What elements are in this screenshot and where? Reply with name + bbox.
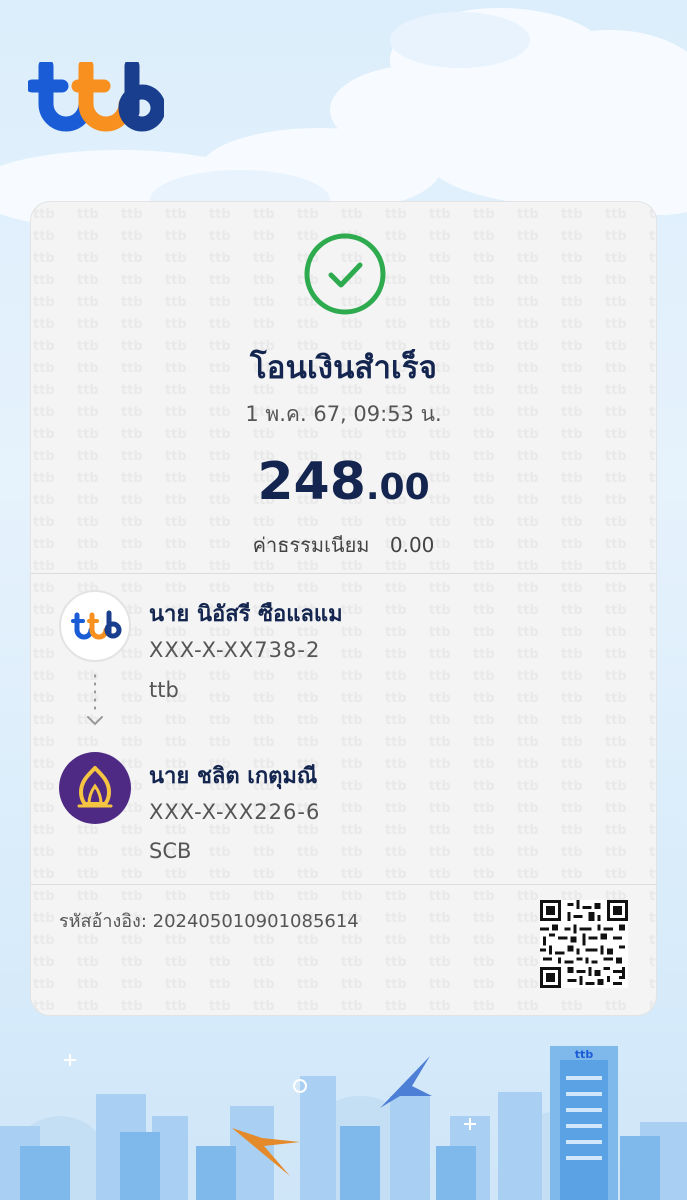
ttb-small-logo	[71, 610, 122, 640]
fee-label: ค่าธรรมเนียม	[252, 533, 370, 557]
ttb-logo	[28, 62, 164, 132]
receiver-account: XXX-X-XX226-6	[149, 800, 321, 824]
connector-dots	[94, 670, 96, 714]
divider	[31, 884, 656, 885]
page-title: โอนเงินสำเร็จ	[249, 350, 438, 386]
amount-integer: 248	[257, 452, 366, 512]
reference-code: รหัสอ้างอิง: 202405010901085614	[59, 911, 359, 932]
sender-name: นาย นิอัสรี ซือแลแม	[149, 602, 343, 627]
divider	[31, 573, 656, 574]
transfer-amount: 248.00	[31, 452, 656, 512]
amount-decimal: .00	[365, 467, 430, 508]
receiver-name: นาย ชลิต เกตุมณี	[149, 764, 318, 789]
fee-value: 0.00	[389, 533, 435, 557]
qr-code-icon[interactable]	[540, 900, 628, 988]
receiver-bank: SCB	[149, 839, 192, 863]
sender-bank: ttb	[149, 678, 179, 702]
receipt-card: ttb โอนเงินสำเร็จ 1 พ.ค. 67, 09:53 น. 24…	[30, 201, 657, 1016]
check-circle-icon	[304, 233, 386, 315]
sender-account: XXX-X-XX738-2	[149, 638, 321, 662]
chevron-down-icon	[87, 716, 103, 726]
fee-row: ค่าธรรมเนียม 0.00	[31, 529, 656, 561]
transaction-datetime: 1 พ.ค. 67, 09:53 น.	[245, 402, 442, 426]
sender-bank-logo	[59, 590, 131, 662]
receiver-bank-logo	[59, 752, 131, 824]
city-skyline-illustration: ttb	[0, 1046, 687, 1200]
scb-logo-icon	[77, 766, 113, 808]
svg-text:ttb: ttb	[575, 1048, 594, 1061]
